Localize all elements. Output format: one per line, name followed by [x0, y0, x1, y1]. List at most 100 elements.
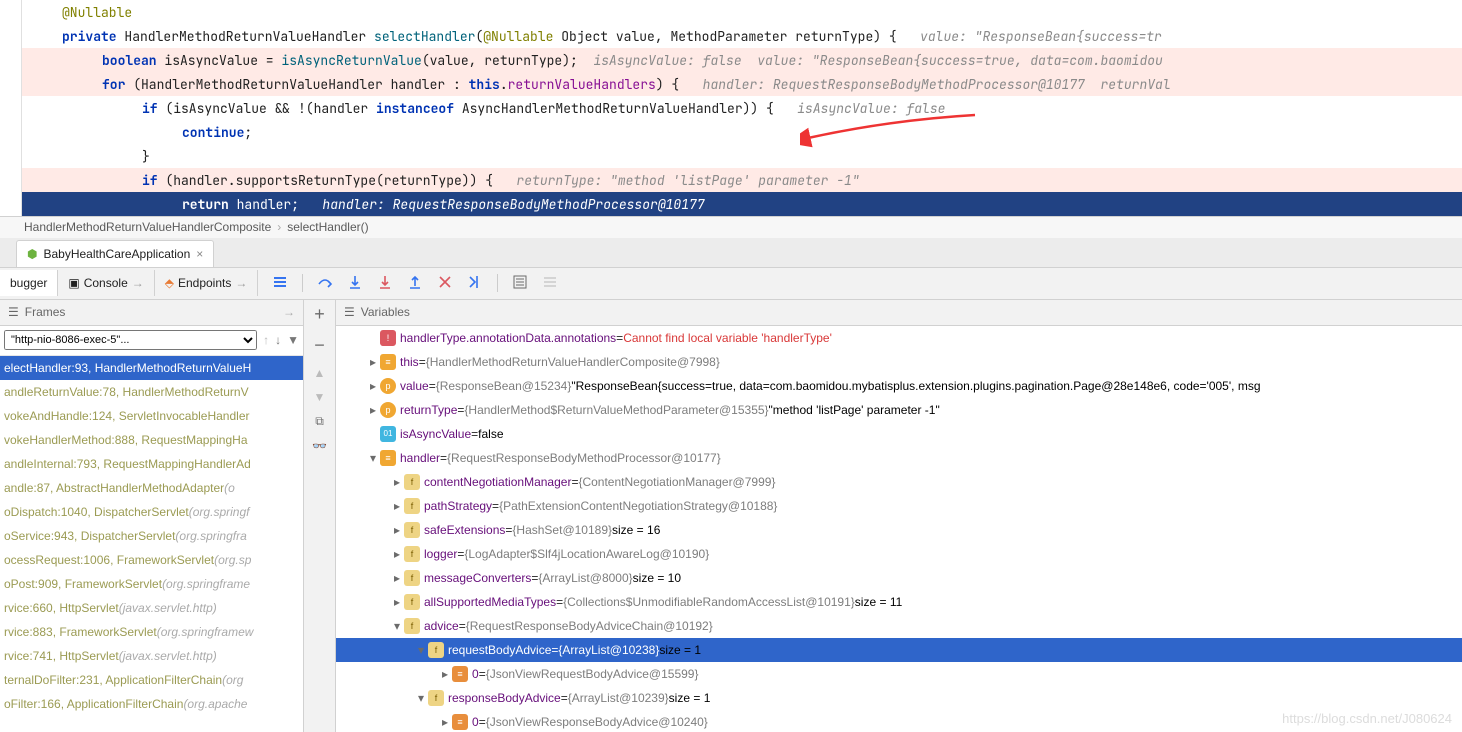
- expand-arrow-icon[interactable]: ▸: [390, 595, 404, 609]
- code-text: (HandlerMethodReturnValueHandler handler…: [125, 76, 468, 93]
- tab-endpoints[interactable]: ⬘Endpoints→: [155, 270, 259, 296]
- show-execution-point-icon[interactable]: [272, 274, 288, 293]
- variable-row[interactable]: ▸fpathStrategy = {PathExtensionContentNe…: [336, 494, 1462, 518]
- filter-icon[interactable]: ▼: [287, 333, 299, 347]
- trace-current-stream-icon[interactable]: [542, 274, 558, 293]
- tab-console[interactable]: ▣Console→: [58, 270, 154, 296]
- var-type-icon: ≡: [452, 714, 468, 730]
- glasses-icon[interactable]: 👓: [312, 439, 327, 453]
- expand-arrow-icon[interactable]: ▾: [414, 691, 428, 705]
- stack-frame[interactable]: vokeAndHandle:124, ServletInvocableHandl…: [0, 404, 303, 428]
- variable-row[interactable]: ▾≡handler = {RequestResponseBodyMethodPr…: [336, 446, 1462, 470]
- expand-arrow-icon[interactable]: [366, 331, 380, 345]
- expand-arrow-icon[interactable]: ▸: [438, 715, 452, 729]
- expand-arrow-icon[interactable]: ▸: [390, 523, 404, 537]
- thread-selector[interactable]: "http-nio-8086-exec-5"...: [4, 330, 257, 350]
- separator: [302, 274, 303, 292]
- code-editor[interactable]: @Nullable private HandlerMethodReturnVal…: [0, 0, 1462, 216]
- variable-row[interactable]: ▸≡this = {HandlerMethodReturnValueHandle…: [336, 350, 1462, 374]
- variable-row[interactable]: ▸pvalue = {ResponseBean@15234} "Response…: [336, 374, 1462, 398]
- stack-frame[interactable]: oPost:909, FrameworkServlet (org.springf…: [0, 572, 303, 596]
- variable-row[interactable]: !handlerType.annotationData.annotations …: [336, 326, 1462, 350]
- stack-frame[interactable]: rvice:883, FrameworkServlet (org.springf…: [0, 620, 303, 644]
- variable-row[interactable]: ▾frequestBodyAdvice = {ArrayList@10238} …: [336, 638, 1462, 662]
- move-up-icon[interactable]: ▲: [314, 366, 326, 380]
- expand-arrow-icon[interactable]: ▾: [390, 619, 404, 633]
- expand-arrow-icon[interactable]: ▸: [366, 403, 380, 417]
- execution-point-line[interactable]: return handler; handler: RequestResponse…: [0, 192, 1462, 216]
- remove-watch-icon[interactable]: −: [314, 335, 325, 356]
- stack-frame[interactable]: oFilter:166, ApplicationFilterChain (org…: [0, 692, 303, 716]
- variable-row[interactable]: 01isAsyncValue = false: [336, 422, 1462, 446]
- code-text: ) {: [656, 76, 703, 93]
- close-icon[interactable]: ×: [196, 247, 203, 261]
- keyword: private: [62, 28, 117, 45]
- expand-arrow-icon[interactable]: ▸: [438, 667, 452, 681]
- variable-row[interactable]: ▾fadvice = {RequestResponseBodyAdviceCha…: [336, 614, 1462, 638]
- code-text: (isAsyncValue && !(handler: [158, 100, 376, 117]
- pin-icon[interactable]: →: [283, 305, 295, 319]
- stack-frame[interactable]: ocessRequest:1006, FrameworkServlet (org…: [0, 548, 303, 572]
- pin-icon: →: [132, 276, 144, 290]
- expand-arrow-icon[interactable]: ▸: [366, 379, 380, 393]
- stack-frame[interactable]: oService:943, DispatcherServlet (org.spr…: [0, 524, 303, 548]
- expand-arrow-icon[interactable]: ▸: [390, 571, 404, 585]
- breadcrumb-class[interactable]: HandlerMethodReturnValueHandlerComposite: [24, 220, 271, 234]
- stack-frame[interactable]: andle:87, AbstractHandlerMethodAdapter (…: [0, 476, 303, 500]
- breadcrumb[interactable]: HandlerMethodReturnValueHandlerComposite…: [0, 216, 1462, 238]
- stack-frame[interactable]: andleInternal:793, RequestMappingHandler…: [0, 452, 303, 476]
- stack-frame[interactable]: electHandler:93, HandlerMethodReturnValu…: [0, 356, 303, 380]
- force-step-into-icon[interactable]: [377, 274, 393, 293]
- expand-arrow-icon[interactable]: ▾: [414, 643, 428, 657]
- step-over-icon[interactable]: [317, 274, 333, 293]
- variable-row[interactable]: ▸≡0 = {JsonViewRequestBodyAdvice@15599}: [336, 662, 1462, 686]
- variable-row[interactable]: ▸flogger = {LogAdapter$Slf4jLocationAwar…: [336, 542, 1462, 566]
- expand-arrow-icon[interactable]: ▾: [366, 451, 380, 465]
- var-type-icon: f: [404, 522, 420, 538]
- copy-icon[interactable]: ⧉: [315, 414, 324, 429]
- expand-arrow-icon[interactable]: ▸: [390, 499, 404, 513]
- inline-value: value: "ResponseBean{success=tr: [920, 28, 1162, 45]
- stack-frame[interactable]: andleReturnValue:78, HandlerMethodReturn…: [0, 380, 303, 404]
- breadcrumb-method[interactable]: selectHandler(): [287, 220, 368, 234]
- prev-frame-icon[interactable]: ↑: [263, 333, 269, 347]
- variable-row[interactable]: ▸fcontentNegotiationManager = {ContentNe…: [336, 470, 1462, 494]
- run-tab-app[interactable]: ⬢ BabyHealthCareApplication ×: [16, 240, 214, 267]
- variable-row[interactable]: ▸fallSupportedMediaTypes = {Collections$…: [336, 590, 1462, 614]
- variables-title: Variables: [361, 305, 410, 319]
- variables-tree[interactable]: !handlerType.annotationData.annotations …: [336, 326, 1462, 732]
- stack-frame[interactable]: rvice:741, HttpServlet (javax.servlet.ht…: [0, 644, 303, 668]
- expand-arrow-icon[interactable]: [366, 427, 380, 441]
- tab-label: bugger: [10, 276, 47, 290]
- stack-frame[interactable]: rvice:660, HttpServlet (javax.servlet.ht…: [0, 596, 303, 620]
- expand-arrow-icon[interactable]: ▸: [366, 355, 380, 369]
- code-text: AsyncHandlerMethodReturnValueHandler)) {: [454, 100, 797, 117]
- var-type-icon: p: [380, 402, 396, 418]
- stack-frame[interactable]: vokeHandlerMethod:888, RequestMappingHa: [0, 428, 303, 452]
- inline-value: isAsyncValue: false value: "ResponseBean…: [593, 52, 1162, 69]
- variable-row[interactable]: ▾fresponseBodyAdvice = {ArrayList@10239}…: [336, 686, 1462, 710]
- keyword: this: [469, 76, 500, 93]
- run-to-cursor-icon[interactable]: [467, 274, 483, 293]
- move-down-icon[interactable]: ▼: [314, 390, 326, 404]
- frames-list[interactable]: electHandler:93, HandlerMethodReturnValu…: [0, 356, 303, 732]
- tab-debugger[interactable]: bugger: [0, 270, 58, 296]
- evaluate-expression-icon[interactable]: [512, 274, 528, 293]
- variable-row[interactable]: ▸≡0 = {JsonViewResponseBodyAdvice@10240}: [336, 710, 1462, 732]
- variable-row[interactable]: ▸fmessageConverters = {ArrayList@8000} s…: [336, 566, 1462, 590]
- inline-value: returnType: "method 'listPage' parameter…: [516, 172, 859, 189]
- variable-row[interactable]: ▸preturnType = {HandlerMethod$ReturnValu…: [336, 398, 1462, 422]
- stack-frame[interactable]: oDispatch:1040, DispatcherServlet (org.s…: [0, 500, 303, 524]
- next-frame-icon[interactable]: ↓: [275, 333, 281, 347]
- stack-frame[interactable]: ternalDoFilter:231, ApplicationFilterCha…: [0, 668, 303, 692]
- drop-frame-icon[interactable]: [437, 274, 453, 293]
- code-text: (handler.supportsReturnType(returnType))…: [158, 172, 517, 189]
- expand-arrow-icon[interactable]: ▸: [390, 475, 404, 489]
- expand-arrow-icon[interactable]: ▸: [390, 547, 404, 561]
- add-watch-icon[interactable]: +: [314, 304, 325, 325]
- code-text: ;: [244, 124, 252, 141]
- endpoints-icon: ⬘: [165, 276, 174, 290]
- step-into-icon[interactable]: [347, 274, 363, 293]
- step-out-icon[interactable]: [407, 274, 423, 293]
- variable-row[interactable]: ▸fsafeExtensions = {HashSet@10189} size …: [336, 518, 1462, 542]
